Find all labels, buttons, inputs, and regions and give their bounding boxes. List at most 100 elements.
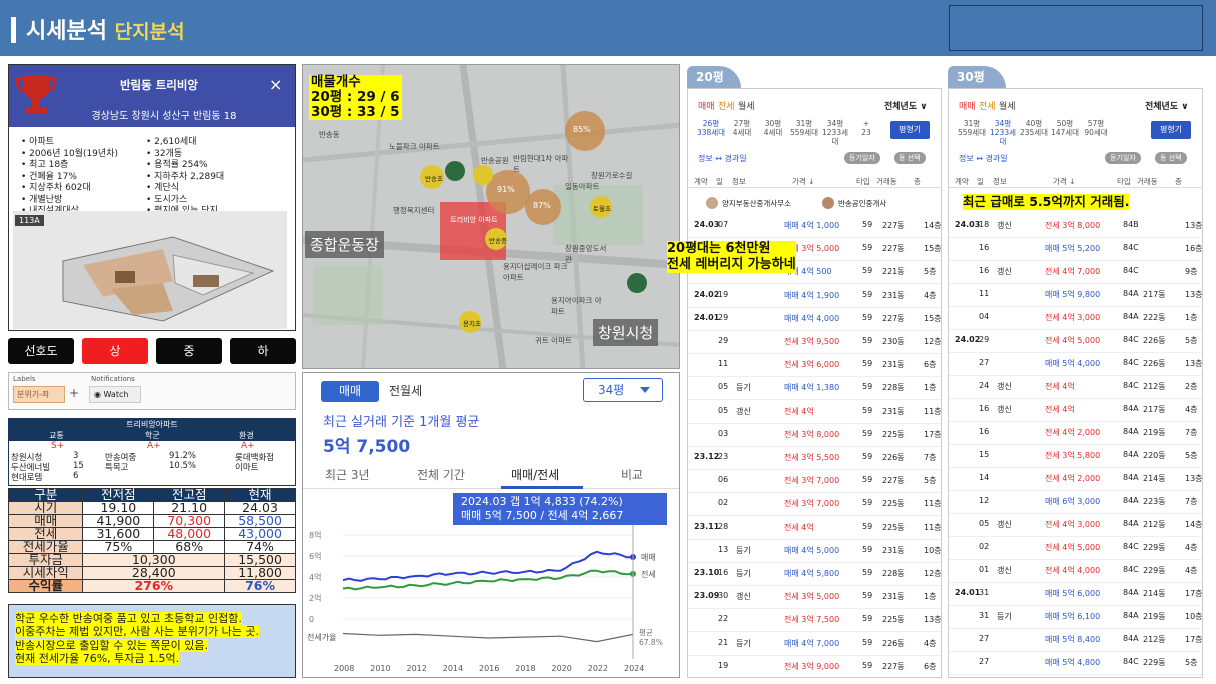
row-cell: 전세 4억 5,000 <box>1045 336 1101 345</box>
dong-filter-pill[interactable]: 동 선택 <box>894 152 926 164</box>
agent-avatar <box>822 197 834 209</box>
size-option[interactable]: 40평 235세대 <box>1019 119 1049 137</box>
tab-jeonse[interactable]: 전세 <box>979 99 996 112</box>
info-toggle[interactable]: 정보 ↔ 경과일 <box>698 153 747 164</box>
row-cell: 03 <box>718 429 729 438</box>
add-label-button[interactable]: + <box>69 386 79 400</box>
size-filter-button[interactable]: 평형기 <box>890 121 930 139</box>
range-tab[interactable]: 매매/전세 <box>511 466 559 483</box>
size-option[interactable]: 34평 1233세대 <box>988 119 1018 146</box>
row-cell: 등기 <box>736 639 751 648</box>
row-cell: 전세 4억 4,000 <box>1045 566 1101 575</box>
size-count: 4세대 <box>732 128 752 137</box>
row-cell: 59 <box>862 568 873 577</box>
row-cell: 05 <box>979 519 990 528</box>
row-cell: 225동 <box>882 430 905 439</box>
tooltip-line: 매매 5억 7,500 / 전세 4억 2,667 <box>461 509 624 522</box>
row-cell: 등기 <box>736 569 751 578</box>
x-tick-label: 2016 <box>479 664 499 673</box>
label-tag[interactable]: 분위기-좌 <box>13 386 65 403</box>
size-dropdown[interactable]: 34평 <box>583 378 663 402</box>
row-cell: 217동 <box>1143 405 1166 414</box>
row-cell: 59 <box>862 429 873 438</box>
row-cell: 전세 3억 5,000 <box>784 592 840 601</box>
complex-address: 경상남도 창원시 성산구 반림동 18 <box>91 111 237 122</box>
panel-20-tab[interactable]: 20평 <box>687 66 741 88</box>
row-cell: 매매 4억 1,000 <box>784 221 840 230</box>
info-toggle[interactable]: 정보 ↔ 경과일 <box>959 153 1008 164</box>
row-cell: 매매 5억 9,800 <box>1045 290 1101 299</box>
date-filter-pill[interactable]: 등기일자 <box>1105 152 1141 164</box>
row-cell: 19 <box>718 661 729 670</box>
row-cell: 59 <box>862 382 873 391</box>
row-cell: 212동 <box>1143 382 1166 391</box>
header-divider <box>688 187 941 188</box>
size-option[interactable]: 31평 559세대 <box>957 119 987 137</box>
size-label: 26평 <box>702 119 720 128</box>
row-cell: 06 <box>718 475 729 484</box>
size-option[interactable]: +23 <box>851 119 881 137</box>
map-view[interactable]: 매물개수 20평 : 29 / 6 30평 : 33 / 5 종합운동장 창원시… <box>302 64 680 369</box>
area-info-cell: 6 <box>73 471 79 481</box>
row-cell: 11층 <box>924 407 942 416</box>
row-cell: 13층 <box>1185 474 1203 483</box>
page-subtitle: 단지분석 <box>114 21 185 43</box>
row-cell: 14층 <box>924 221 942 230</box>
size-label: 30평 <box>764 119 782 128</box>
row-cell: 228동 <box>882 383 905 392</box>
row-cell: 24.01 <box>955 588 981 597</box>
level-high-button[interactable]: 상 <box>82 338 148 364</box>
range-tab[interactable]: 전체 기간 <box>417 466 465 483</box>
size-label: 40평 <box>1025 119 1043 128</box>
row-cell: 05 <box>718 406 729 415</box>
size-option[interactable]: 26평 338세대 <box>696 119 726 137</box>
row-cell: 15 <box>979 450 990 459</box>
dong-filter-pill[interactable]: 동 선택 <box>1155 152 1187 164</box>
map-cluster[interactable]: 85% <box>573 125 591 134</box>
tab-monthly[interactable]: 월세 <box>999 99 1016 112</box>
row-cell: 84A <box>1123 519 1139 528</box>
size-label: 34평 <box>994 119 1012 128</box>
row-cell: 84A <box>1123 404 1139 413</box>
row-cell: 231동 <box>882 291 905 300</box>
row-cell: 15층 <box>924 314 942 323</box>
size-option[interactable]: 34평 1233세대 <box>820 119 850 146</box>
area-info-cell: 특목고 <box>105 463 129 473</box>
tab-sale[interactable]: 매매 <box>321 381 379 402</box>
level-low-button[interactable]: 하 <box>230 338 296 364</box>
map-cluster[interactable]: 91% <box>497 185 515 194</box>
size-option[interactable]: 31평 559세대 <box>789 119 819 137</box>
tab-rent[interactable]: 전월세 <box>389 382 422 399</box>
map-label: 노블파크 아파트 <box>389 142 440 151</box>
tab-jeonse[interactable]: 전세 <box>718 99 735 112</box>
row-cell: 13층 <box>1185 290 1203 299</box>
page-title: 시세분석 단지분석 <box>26 19 185 44</box>
size-option[interactable]: 30평 4세대 <box>758 119 788 137</box>
tab-sale[interactable]: 매매 <box>959 99 976 112</box>
column-header: 정보 <box>993 177 1007 186</box>
year-filter[interactable]: 전체년도 ∨ <box>1145 99 1189 112</box>
tab-monthly[interactable]: 월세 <box>738 99 755 112</box>
map-label-complex: 트리비앙 아파트 <box>450 216 498 224</box>
year-filter[interactable]: 전체년도 ∨ <box>884 99 928 112</box>
map-cluster[interactable]: 87% <box>533 201 551 210</box>
row-cell: 24.02 <box>694 290 720 299</box>
row-cell: 227동 <box>882 662 905 671</box>
size-option[interactable]: 27평 4세대 <box>727 119 757 137</box>
watch-button[interactable]: ◉ Watch <box>89 386 141 403</box>
size-filter-button[interactable]: 평형기 <box>1151 121 1191 139</box>
tab-sale[interactable]: 매매 <box>698 99 715 112</box>
size-option[interactable]: 57평 90세대 <box>1081 119 1111 137</box>
row-cell: 59 <box>862 475 873 484</box>
date-filter-pill[interactable]: 등기일자 <box>844 152 880 164</box>
range-tab[interactable]: 최근 3년 <box>325 466 370 483</box>
close-icon[interactable]: × <box>269 75 282 94</box>
row-cell: 30 <box>718 591 729 600</box>
size-option[interactable]: 50평 147세대 <box>1050 119 1080 137</box>
row-cell: 16층 <box>1185 244 1203 253</box>
price-line-chart[interactable]: 0 2억 4억 6억 8억 2008 2010 2012 2014 2016 2018 2020 202… <box>303 523 679 677</box>
row-cell: 28 <box>718 522 729 531</box>
level-mid-button[interactable]: 중 <box>156 338 222 364</box>
range-tab[interactable]: 비교 <box>621 466 643 483</box>
panel-30-tab[interactable]: 30평 <box>948 66 1006 88</box>
